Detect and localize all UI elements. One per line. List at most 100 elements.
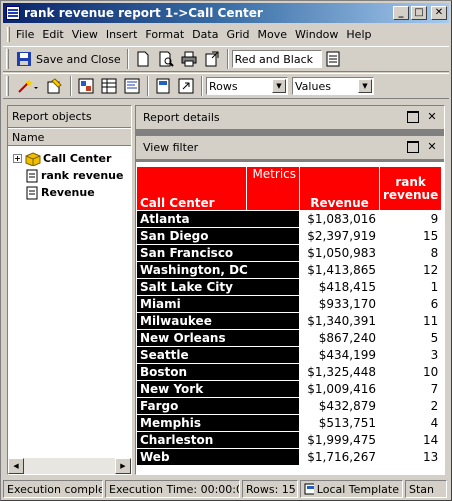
- rank-revenue-cell[interactable]: 13: [378, 448, 443, 466]
- tree-item-call-center[interactable]: + Call Center: [8, 150, 131, 167]
- name-column-header[interactable]: Name: [8, 128, 131, 146]
- rank-revenue-cell[interactable]: 8: [378, 244, 443, 262]
- grid-view-button[interactable]: [98, 75, 120, 97]
- close-panel-icon[interactable]: ✕: [426, 111, 438, 123]
- scroll-left-icon[interactable]: ◀: [8, 458, 24, 474]
- row-header-cell[interactable]: Miami: [136, 295, 300, 313]
- menu-file[interactable]: File: [13, 28, 39, 41]
- revenue-cell[interactable]: $434,199: [299, 346, 380, 364]
- title-bar[interactable]: rank revenue report 1->Call Center _ □ ✕: [3, 3, 449, 23]
- close-panel-icon[interactable]: ✕: [426, 141, 438, 153]
- menu-grip[interactable]: [7, 27, 10, 42]
- column-header-revenue[interactable]: Revenue: [299, 166, 380, 211]
- view-filter-bar[interactable]: View filter ✕: [136, 136, 444, 160]
- menu-help[interactable]: Help: [343, 28, 376, 41]
- revenue-cell[interactable]: $1,083,016: [299, 210, 380, 228]
- print-button[interactable]: [178, 48, 200, 70]
- row-header-cell[interactable]: Charleston: [136, 431, 300, 449]
- autostyle-properties-button[interactable]: [322, 48, 344, 70]
- rank-revenue-cell[interactable]: 3: [378, 346, 443, 364]
- pivot-target-combo[interactable]: Values ▼: [292, 77, 374, 95]
- column-header-rank-revenue[interactable]: rank revenue: [378, 166, 443, 211]
- minimize-button[interactable]: _: [393, 6, 409, 20]
- menu-window[interactable]: Window: [292, 28, 343, 41]
- run-report-button[interactable]: [13, 75, 43, 97]
- export-button[interactable]: [201, 48, 223, 70]
- menu-move[interactable]: Move: [255, 28, 293, 41]
- menu-edit[interactable]: Edit: [39, 28, 68, 41]
- rank-revenue-cell[interactable]: 15: [378, 227, 443, 245]
- edit-sql-button[interactable]: [44, 75, 66, 97]
- row-header-cell[interactable]: San Diego: [136, 227, 300, 245]
- rank-revenue-cell[interactable]: 4: [378, 414, 443, 432]
- row-header-cell[interactable]: Memphis: [136, 414, 300, 432]
- rank-revenue-cell[interactable]: 1: [378, 278, 443, 296]
- toolbar-grip[interactable]: [6, 49, 9, 69]
- rank-revenue-cell[interactable]: 5: [378, 329, 443, 347]
- rank-revenue-cell[interactable]: 7: [378, 380, 443, 398]
- toolbar-grip[interactable]: [6, 76, 9, 96]
- revenue-cell[interactable]: $867,240: [299, 329, 380, 347]
- design-view-button[interactable]: [75, 75, 97, 97]
- report-objects-toggle-button[interactable]: [152, 75, 174, 97]
- rank-revenue-cell[interactable]: 10: [378, 363, 443, 381]
- rank-revenue-cell[interactable]: 14: [378, 431, 443, 449]
- revenue-cell[interactable]: $513,751: [299, 414, 380, 432]
- metrics-header[interactable]: Metrics: [246, 166, 300, 211]
- restore-panel-icon[interactable]: [407, 141, 419, 153]
- restore-panel-icon[interactable]: [407, 111, 419, 123]
- tree-item-rank-revenue[interactable]: rank revenue: [8, 167, 131, 184]
- horizontal-scrollbar[interactable]: ◀ ▶: [8, 458, 131, 474]
- revenue-cell[interactable]: $1,340,391: [299, 312, 380, 330]
- scroll-track[interactable]: [24, 458, 115, 474]
- pivot-button[interactable]: [175, 75, 197, 97]
- row-header-cell[interactable]: Fargo: [136, 397, 300, 415]
- rank-revenue-cell[interactable]: 2: [378, 397, 443, 415]
- dropdown-arrow-icon[interactable]: ▼: [272, 79, 286, 93]
- menu-view[interactable]: View: [69, 28, 103, 41]
- revenue-cell[interactable]: $1,716,267: [299, 448, 380, 466]
- expand-icon[interactable]: +: [13, 154, 22, 163]
- menu-data[interactable]: Data: [189, 28, 223, 41]
- revenue-cell[interactable]: $432,879: [299, 397, 380, 415]
- rank-revenue-cell[interactable]: 11: [378, 312, 443, 330]
- print-preview-button[interactable]: [155, 48, 177, 70]
- revenue-cell[interactable]: $1,050,983: [299, 244, 380, 262]
- revenue-cell[interactable]: $418,415: [299, 278, 380, 296]
- rank-revenue-cell[interactable]: 12: [378, 261, 443, 279]
- row-header-cell[interactable]: Salt Lake City: [136, 278, 300, 296]
- menu-insert[interactable]: Insert: [103, 28, 143, 41]
- close-button[interactable]: ✕: [431, 6, 447, 20]
- row-header-cell[interactable]: Milwaukee: [136, 312, 300, 330]
- rank-revenue-cell[interactable]: 6: [378, 295, 443, 313]
- new-button[interactable]: [132, 48, 154, 70]
- menu-grid[interactable]: Grid: [223, 28, 254, 41]
- autostyle-combo[interactable]: Red and Black: [231, 50, 322, 68]
- row-header-cell[interactable]: New York: [136, 380, 300, 398]
- revenue-cell[interactable]: $1,325,448: [299, 363, 380, 381]
- save-and-close-button[interactable]: Save and Close: [13, 48, 124, 70]
- maximize-button[interactable]: □: [411, 6, 427, 20]
- row-header-cell[interactable]: Boston: [136, 363, 300, 381]
- scroll-right-icon[interactable]: ▶: [115, 458, 131, 474]
- menu-format[interactable]: Format: [142, 28, 189, 41]
- sql-view-button[interactable]: [121, 75, 143, 97]
- revenue-cell[interactable]: $2,397,919: [299, 227, 380, 245]
- row-header-cell[interactable]: Atlanta: [136, 210, 300, 228]
- revenue-cell[interactable]: $933,170: [299, 295, 380, 313]
- dropdown-arrow-icon[interactable]: ▼: [358, 79, 372, 93]
- revenue-cell[interactable]: $1,009,416: [299, 380, 380, 398]
- row-header-cell[interactable]: Seattle: [136, 346, 300, 364]
- revenue-cell[interactable]: $1,413,865: [299, 261, 380, 279]
- row-header-cell[interactable]: Web: [136, 448, 300, 466]
- row-header-cell[interactable]: San Francisco: [136, 244, 300, 262]
- pivot-axis-combo[interactable]: Rows ▼: [206, 77, 288, 95]
- report-details-bar[interactable]: Report details ✕: [136, 106, 444, 130]
- tree-item-revenue[interactable]: Revenue: [8, 184, 131, 201]
- row-header-cell[interactable]: New Orleans: [136, 329, 300, 347]
- revenue-cell[interactable]: $1,999,475: [299, 431, 380, 449]
- report-grid[interactable]: Call Center Metrics Revenue rank revenue…: [136, 166, 443, 466]
- row-header-cell[interactable]: Washington, DC: [136, 261, 300, 279]
- rank-revenue-cell[interactable]: 9: [378, 210, 443, 228]
- row-header-call-center[interactable]: Call Center: [136, 166, 247, 211]
